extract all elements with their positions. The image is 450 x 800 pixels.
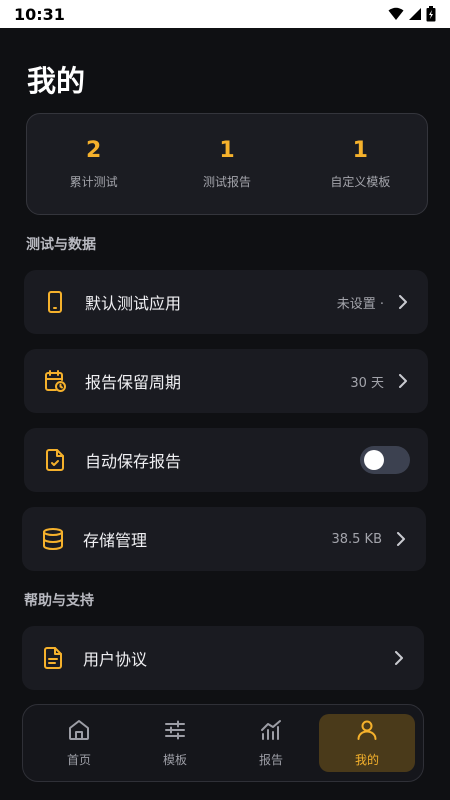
stat-total-tests: 2 累计测试 <box>27 114 160 214</box>
tab-home[interactable]: 首页 <box>31 714 127 772</box>
tab-label: 首页 <box>66 753 91 767</box>
row-label: 自动保存报告 <box>85 452 182 471</box>
phone-icon <box>42 289 68 315</box>
file-check-icon <box>42 447 68 473</box>
battery-icon <box>426 6 436 22</box>
stat-custom-templates: 1 自定义模板 <box>294 114 427 214</box>
chevron-right-icon <box>396 374 410 388</box>
stat-test-reports: 1 测试报告 <box>160 114 293 214</box>
stat-value: 1 <box>352 138 368 163</box>
row-label: 存储管理 <box>83 531 148 550</box>
row-value: 未设置 · <box>336 296 384 312</box>
toggle-knob <box>364 450 384 470</box>
tab-templates[interactable]: 模板 <box>127 714 223 772</box>
stat-value: 1 <box>219 138 235 163</box>
document-icon <box>40 645 66 671</box>
sliders-icon <box>163 718 187 746</box>
tab-label: 模板 <box>162 753 187 767</box>
auto-save-toggle[interactable] <box>360 446 410 474</box>
status-icons <box>388 6 436 22</box>
tab-label: 我的 <box>354 753 379 767</box>
row-user-agreement[interactable]: 用户协议 <box>22 626 424 690</box>
signal-icon <box>409 8 421 20</box>
row-label: 报告保留周期 <box>85 373 182 392</box>
tab-label: 报告 <box>258 753 283 767</box>
status-bar: 10:31 <box>0 0 450 28</box>
row-value: 30 天 <box>350 375 384 391</box>
row-storage-management[interactable]: 存储管理 38.5 KB <box>22 507 426 571</box>
row-default-test-app[interactable]: 默认测试应用 未设置 · <box>24 270 428 334</box>
chevron-right-icon <box>396 295 410 309</box>
wifi-icon <box>388 7 404 20</box>
section-title-testing-data: 测试与数据 <box>26 237 96 253</box>
row-label: 默认测试应用 <box>85 294 182 313</box>
page-title: 我的 <box>27 64 86 98</box>
stat-label: 测试报告 <box>202 175 251 189</box>
stat-value: 2 <box>86 138 102 163</box>
chevron-right-icon <box>394 532 408 546</box>
calendar-clock-icon <box>42 368 68 394</box>
bottom-tab-bar: 首页 模板 报告 我的 <box>22 704 424 782</box>
home-icon <box>67 718 91 746</box>
stats-card: 2 累计测试 1 测试报告 1 自定义模板 <box>26 113 428 215</box>
row-report-retention[interactable]: 报告保留周期 30 天 <box>24 349 428 413</box>
row-label: 用户协议 <box>83 650 148 669</box>
row-value: 38.5 KB <box>331 531 382 547</box>
status-time: 10:31 <box>14 4 65 24</box>
tab-me[interactable]: 我的 <box>319 714 415 772</box>
chart-icon <box>259 718 283 746</box>
stat-label: 自定义模板 <box>330 175 391 189</box>
chevron-right-icon <box>392 651 406 665</box>
row-auto-save-report: 自动保存报告 <box>24 428 428 492</box>
user-icon <box>355 718 379 746</box>
section-title-help-support: 帮助与支持 <box>24 593 94 609</box>
stat-label: 累计测试 <box>69 175 118 189</box>
database-icon <box>40 526 66 552</box>
tab-reports[interactable]: 报告 <box>223 714 319 772</box>
